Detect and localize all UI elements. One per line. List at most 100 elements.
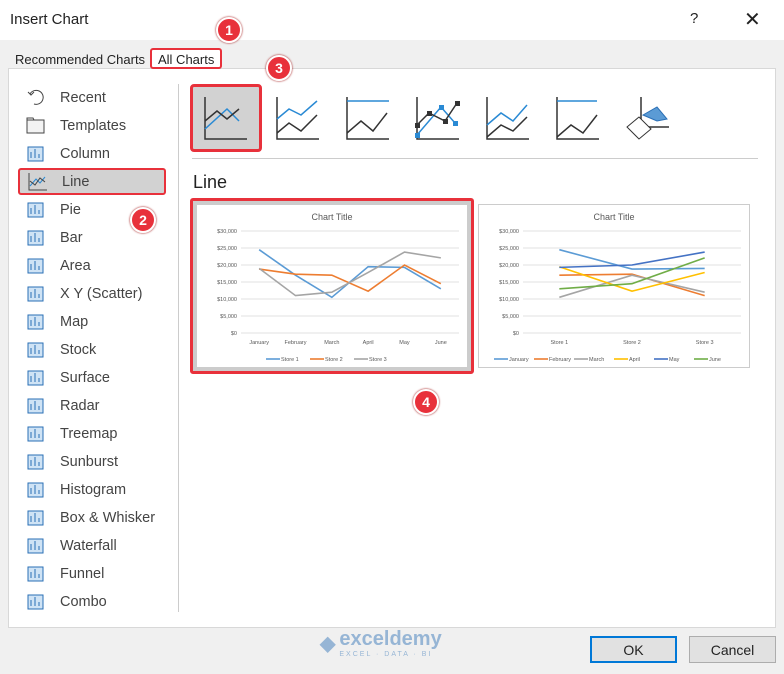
stacked-line-with-markers-icon	[486, 97, 529, 140]
tab-all-charts[interactable]: All Charts	[150, 48, 223, 69]
line-icon	[204, 97, 247, 140]
scatter-chart-icon	[27, 286, 44, 302]
100-stacked-line-with-markers-icon	[556, 97, 599, 140]
bar-chart-icon	[27, 230, 44, 246]
subtype-stacked-line-with-markers[interactable]	[472, 84, 544, 152]
legend-entry: May	[669, 357, 680, 363]
legend-entry: June	[709, 357, 721, 363]
sidebar-item-surface[interactable]: Surface	[18, 364, 166, 391]
3-d-line-icon	[626, 97, 669, 140]
subtype-100-stacked-line-with-markers[interactable]	[542, 84, 614, 152]
sidebar-item-label: X Y (Scatter)	[60, 285, 143, 302]
chart-type-heading: Line	[193, 172, 228, 192]
folder-icon	[26, 117, 45, 134]
watermark-name: exceldemy	[339, 628, 442, 650]
y-tick-label: $0	[513, 331, 519, 337]
series-line-store-3	[258, 251, 441, 297]
legend-entry: April	[629, 357, 640, 363]
legend-entry: Store 3	[369, 357, 387, 363]
sidebar-item-x-y-scatter-[interactable]: X Y (Scatter)	[18, 280, 166, 307]
sidebar-item-label: Recent	[60, 89, 106, 106]
step-marker-4: 4	[413, 389, 439, 415]
dialog-title: Insert Chart	[10, 11, 89, 28]
sidebar-item-treemap[interactable]: Treemap	[18, 420, 166, 447]
cancel-button[interactable]: Cancel	[689, 636, 776, 663]
sidebar-item-histogram[interactable]: Histogram	[18, 476, 166, 503]
sidebar-item-column[interactable]: Column	[18, 140, 166, 167]
x-tick-label: Store 1	[550, 340, 568, 346]
histogram-chart-icon	[27, 482, 44, 498]
x-tick-label: January	[249, 340, 269, 346]
sidebar-item-label: Waterfall	[60, 537, 117, 554]
y-tick-label: $15,000	[217, 280, 237, 286]
line-with-markers-icon	[415, 97, 460, 140]
sidebar-item-label: Map	[60, 313, 89, 330]
sidebar-item-box-whisker[interactable]: Box & Whisker	[18, 504, 166, 531]
x-tick-label: February	[284, 340, 306, 346]
subtype-line-with-markers[interactable]	[402, 84, 474, 152]
chart-title: Chart Title	[593, 212, 634, 222]
subtype-stacked-line[interactable]	[262, 84, 334, 152]
help-button[interactable]: ?	[690, 10, 698, 27]
y-tick-label: $20,000	[499, 263, 519, 269]
sidebar-item-label: Pie	[60, 201, 81, 218]
close-button[interactable]: ✕	[744, 7, 761, 32]
ok-button[interactable]: OK	[590, 636, 677, 663]
y-tick-label: $5,000	[220, 314, 237, 320]
sidebar-item-label: Funnel	[60, 565, 105, 582]
surface-chart-icon	[27, 370, 44, 386]
tab-recommended-charts[interactable]: Recommended Charts	[9, 50, 151, 69]
legend-entry: February	[549, 357, 571, 363]
pie-chart-icon	[27, 202, 44, 218]
legend-entry: January	[509, 357, 529, 363]
sidebar-item-label: Surface	[60, 369, 110, 386]
sidebar-item-label: Bar	[60, 229, 83, 246]
sidebar-item-label: Treemap	[60, 425, 118, 442]
sidebar-item-label: Line	[62, 173, 90, 190]
sidebar-item-label: Box & Whisker	[60, 509, 156, 526]
legend-entry: March	[589, 357, 604, 363]
y-tick-label: $15,000	[499, 280, 519, 286]
divider	[192, 158, 758, 159]
x-tick-label: June	[435, 340, 447, 346]
subtype-3-d-line[interactable]	[612, 84, 684, 152]
x-tick-label: Store 3	[696, 340, 714, 346]
y-tick-label: $10,000	[217, 297, 237, 303]
step-marker-3: 3	[266, 55, 292, 81]
funnel-chart-icon	[27, 566, 44, 582]
sidebar-item-line[interactable]: Line	[18, 168, 166, 195]
sidebar-item-funnel[interactable]: Funnel	[18, 560, 166, 587]
chart-preview-1[interactable]: Chart Title $0 $5,000 $10,000 $15,000 $20,000…	[190, 198, 474, 374]
sidebar-item-combo[interactable]: Combo	[18, 588, 166, 615]
recent-icon	[27, 89, 44, 105]
radar-chart-icon	[27, 398, 44, 414]
title-bar: Insert Chart ? ✕	[0, 0, 784, 40]
chart-preview-2[interactable]: Chart Title $0 $5,000 $10,000 $15,000 $20,000…	[478, 204, 750, 368]
y-tick-label: $5,000	[502, 314, 519, 320]
sidebar-item-stock[interactable]: Stock	[18, 336, 166, 363]
sidebar-item-area[interactable]: Area	[18, 252, 166, 279]
legend-entry: Store 1	[281, 357, 299, 363]
sidebar-item-radar[interactable]: Radar	[18, 392, 166, 419]
sidebar-item-recent[interactable]: Recent	[18, 84, 166, 111]
treemap-chart-icon	[27, 426, 44, 442]
combo-chart-icon	[27, 594, 44, 610]
sidebar-item-map[interactable]: Map	[18, 308, 166, 335]
sidebar-item-label: Sunburst	[60, 453, 119, 470]
map-chart-icon	[27, 314, 44, 330]
line-chart-icon	[28, 173, 47, 191]
line-chart-preview: Chart Title $0 $5,000 $10,000 $15,000 $20,000…	[217, 212, 459, 363]
sidebar-item-templates[interactable]: Templates	[18, 112, 166, 139]
line-chart-preview: Chart Title $0 $5,000 $10,000 $15,000 $20,000…	[494, 212, 741, 363]
subtype-line[interactable]	[190, 84, 262, 152]
sidebar-item-label: Area	[60, 257, 91, 274]
sidebar-item-label: Column	[60, 145, 110, 162]
x-tick-label: Store 2	[623, 340, 641, 346]
chart-title: Chart Title	[311, 212, 352, 222]
subtype-100-stacked-line[interactable]	[332, 84, 404, 152]
watermark-tagline: EXCEL · DATA · BI	[339, 651, 433, 658]
sidebar-item-sunburst[interactable]: Sunburst	[18, 448, 166, 475]
stacked-line-icon	[276, 97, 319, 140]
area-chart-icon	[27, 258, 44, 274]
sidebar-item-waterfall[interactable]: Waterfall	[18, 532, 166, 559]
